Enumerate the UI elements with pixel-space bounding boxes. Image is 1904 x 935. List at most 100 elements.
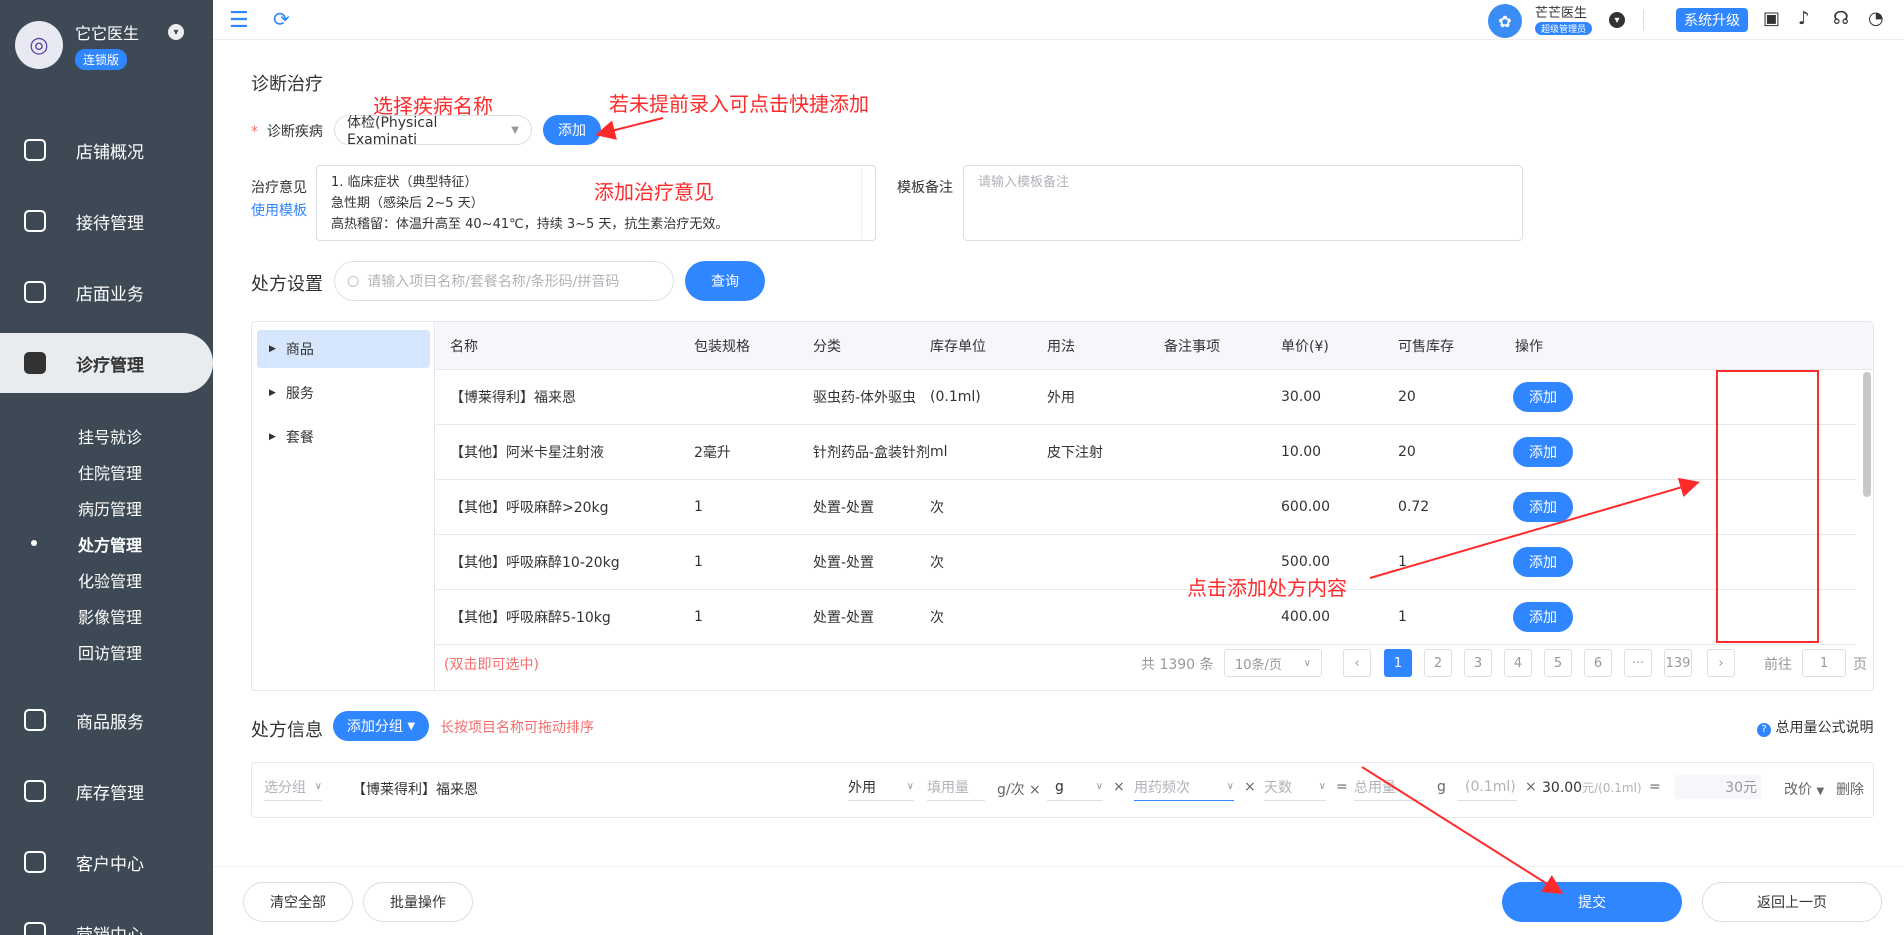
sub-lab[interactable]: 化验管理 [78, 568, 142, 592]
tree-item-goods[interactable]: ▶ 商品 [257, 330, 430, 368]
rx-item-name: 【博莱得利】福来恩 [352, 782, 478, 798]
cell-unit: (0.1ml) [930, 389, 981, 405]
batch-operation-button[interactable]: 批量操作 [363, 882, 473, 922]
days-select[interactable]: 天数 ∨ [1264, 773, 1326, 801]
nav-inventory[interactable]: 库存管理 [0, 761, 213, 821]
sub-inpatient[interactable]: 住院管理 [78, 460, 142, 484]
sub-records[interactable]: 病历管理 [78, 496, 142, 520]
sidebar: ◎ 它它医生 连锁版 ▾ 店铺概况 接待管理 店面业务 诊疗管理 挂号就诊 住院… [0, 0, 213, 935]
chevron-down-icon[interactable]: ▾ [168, 24, 184, 40]
nav-customers[interactable]: 客户中心 [0, 832, 213, 892]
goto-page-input[interactable]: 1 [1802, 649, 1846, 677]
cell-unit: 次 [930, 500, 944, 516]
table-row[interactable]: 【其他】呼吸麻醉5-10kg 1 处置-处置次 400.00 1 添加 [436, 590, 1856, 645]
cell-name: 【其他】呼吸麻醉>20kg [450, 500, 609, 516]
page-button[interactable]: 139 [1664, 649, 1692, 677]
reprice-button[interactable]: 改价 ▼ [1784, 779, 1824, 799]
page-button[interactable]: 6 [1584, 649, 1612, 677]
cell-category: 针剂药品-盒装针剂 [813, 445, 931, 461]
sub-imaging[interactable]: 影像管理 [78, 604, 142, 628]
table-row[interactable]: 【其他】呼吸麻醉10-20kg 1 处置-处置次 500.00 1 添加 [436, 535, 1856, 590]
add-item-button[interactable]: 添加 [1513, 492, 1573, 522]
annotation-quick-add: 若未提前录入可点击快捷添加 [609, 92, 869, 116]
add-item-button[interactable]: 添加 [1513, 437, 1573, 467]
nav-marketing[interactable]: 营销中心 [0, 903, 213, 935]
arrow-quick-add [595, 117, 664, 140]
cell-stock: 1 [1398, 554, 1407, 570]
page-button[interactable]: ··· [1624, 649, 1652, 677]
textarea-scrollbar[interactable] [861, 168, 873, 238]
add-disease-button[interactable]: 添加 [543, 115, 601, 145]
sub-registration[interactable]: 挂号就诊 [78, 424, 142, 448]
goto-unit: 页 [1853, 657, 1867, 673]
rx-search-input[interactable]: ○ 请输入项目名称/套餐名称/条形码/拼音码 [334, 261, 674, 301]
frequency-select[interactable]: 用药频次 ∨ [1134, 773, 1234, 801]
submit-button[interactable]: 提交 [1502, 882, 1682, 922]
query-button[interactable]: 查询 [685, 261, 765, 301]
page-size-select[interactable]: 10条/页 ∨ [1224, 649, 1322, 677]
usage-select[interactable]: 外用 ∨ [848, 773, 914, 801]
add-item-button[interactable]: 添加 [1513, 602, 1573, 632]
add-item-button[interactable]: 添加 [1513, 382, 1573, 412]
caret-down-icon: ▼ [407, 720, 416, 732]
page-button[interactable]: 2 [1424, 649, 1452, 677]
unit-select[interactable]: g ∨ [1047, 773, 1103, 801]
diagnosis-title: 诊断治疗 [251, 74, 323, 95]
page-button[interactable]: 3 [1464, 649, 1492, 677]
tree-item-services[interactable]: ▶ 服务 [257, 374, 430, 412]
nav-store-business[interactable]: 店面业务 [0, 262, 213, 322]
clear-all-button[interactable]: 清空全部 [243, 882, 353, 922]
table-row[interactable]: 【其他】阿米卡星注射液 2毫升 针剂药品-盒装针剂 ml 皮下注射 10.00 20 添加 [436, 425, 1856, 480]
cell-name: 【博莱得利】福来恩 [450, 390, 576, 406]
page-button[interactable]: 5 [1544, 649, 1572, 677]
cell-category: 处置-处置 [813, 500, 875, 516]
help-icon[interactable]: ◔ [1868, 8, 1884, 29]
cell-spec: 2毫升 [694, 445, 731, 461]
box-icon [24, 780, 46, 802]
use-template-link[interactable]: 使用模板 [251, 200, 307, 220]
bell-icon[interactable]: ♪ [1798, 8, 1810, 29]
menu-icon[interactable]: ☰ [229, 8, 249, 33]
cell-usage: 皮下注射 [1047, 445, 1103, 461]
sub-prescription[interactable]: 处方管理 [78, 532, 142, 556]
template-note-input[interactable]: 请输入模板备注 [963, 165, 1523, 241]
page-button[interactable]: 1 [1384, 649, 1412, 677]
page-button[interactable]: 4 [1504, 649, 1532, 677]
table-row[interactable]: 【其他】呼吸麻醉>20kg 1 处置-处置 次 600.00 0.72 添加 [436, 480, 1856, 535]
disease-select[interactable]: 体检(Physical Examinati ▼ [334, 115, 532, 148]
total-input[interactable]: 总用量 [1354, 773, 1424, 801]
topbar: ☰ ⟳ ✿ 芒芒医生 超级管理员 ▾ 系统升级 ▣ ♪ ☊ ◔ [213, 0, 1904, 40]
upgrade-button[interactable]: 系统升级 [1676, 8, 1748, 32]
treatment-label: 治疗意见 [251, 180, 307, 196]
nav-diagnosis[interactable]: 诊疗管理 [0, 333, 213, 393]
prev-page-button[interactable]: ‹ [1343, 649, 1371, 677]
nav-products[interactable]: 商品服务 [0, 690, 213, 750]
cell-unit: 次 [930, 610, 944, 626]
formula-help[interactable]: ? 总用量公式说明 [1757, 717, 1873, 737]
tree-item-packages[interactable]: ▶ 套餐 [257, 418, 430, 456]
nav-reception[interactable]: 接待管理 [0, 191, 213, 251]
next-page-button[interactable]: › [1707, 649, 1735, 677]
amount-field: 30元 [1675, 775, 1761, 799]
add-group-button[interactable]: 添加分组 ▼ [333, 711, 429, 741]
edition-badge: 连锁版 [75, 49, 128, 70]
delete-button[interactable]: 删除 [1836, 779, 1864, 799]
dose-input[interactable]: 填用量 [927, 773, 985, 801]
chevron-down-icon[interactable]: ▾ [1609, 12, 1625, 28]
table-row[interactable]: 【博莱得利】福来恩 驱虫药-体外驱虫 (0.1ml) 外用 30.00 20 添加 [436, 370, 1856, 425]
group-select[interactable]: 选分组 ∨ [264, 773, 322, 801]
table-header: 名称 包装规格 分类 库存单位 用法 备注事项 单价(¥) 可售库存 操作 [436, 322, 1873, 370]
cell-name: 【其他】呼吸麻醉5-10kg [450, 610, 611, 626]
back-button[interactable]: 返回上一页 [1702, 882, 1882, 922]
pack-unit: (0.1ml) [1457, 773, 1517, 801]
dose-unit: g/次 × [997, 782, 1041, 798]
cell-name: 【其他】阿米卡星注射液 [450, 445, 604, 461]
table-scrollbar[interactable] [1863, 370, 1871, 640]
refresh-icon[interactable]: ⟳ [273, 7, 290, 31]
nav-store-overview[interactable]: 店铺概况 [0, 120, 213, 180]
sub-followup[interactable]: 回访管理 [78, 640, 142, 664]
headset-icon[interactable]: ☊ [1833, 8, 1849, 29]
calendar-icon[interactable]: ▣ [1763, 8, 1780, 29]
add-item-button[interactable]: 添加 [1513, 547, 1573, 577]
search-icon: ○ [347, 273, 360, 289]
